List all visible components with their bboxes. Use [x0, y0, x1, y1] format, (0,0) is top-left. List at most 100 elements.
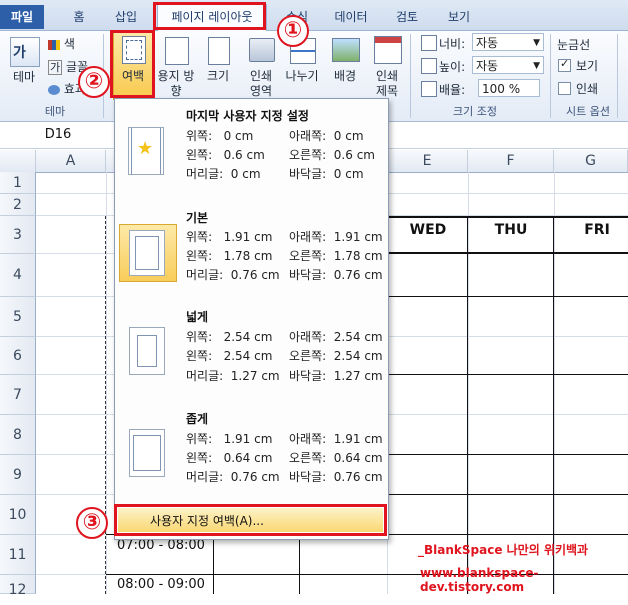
group-label-sheet-options: 시트 옵션: [566, 105, 610, 118]
height-combo[interactable]: 자동 ▼: [472, 56, 544, 74]
column-header-g[interactable]: G: [554, 150, 628, 172]
margins-icon: [122, 36, 146, 64]
tab-review[interactable]: 검토: [392, 6, 422, 28]
row-header[interactable]: 5: [0, 297, 36, 337]
size-button[interactable]: 크기: [200, 69, 236, 84]
option-top: 위쪽: 1.91 cm: [186, 230, 273, 244]
font-icon: 가: [48, 60, 63, 75]
checkmark-icon: ✓: [560, 57, 570, 70]
option-bottom: 아래쪽: 1.91 cm: [289, 230, 383, 244]
table-border: [385, 454, 628, 455]
option-footer: 바닥글: 0 cm: [289, 167, 364, 181]
tab-insert[interactable]: 삽입: [108, 6, 144, 28]
scale-spinner[interactable]: 100 %: [478, 79, 540, 97]
breaks-button[interactable]: 나누기: [282, 69, 322, 84]
chevron-down-icon: ▼: [533, 61, 540, 71]
option-bottom: 아래쪽: 0 cm: [289, 129, 364, 143]
row-header[interactable]: 7: [0, 375, 36, 415]
option-right: 오른쪽: 0.64 cm: [289, 451, 383, 465]
print-titles-icon: [374, 36, 402, 64]
option-left: 왼쪽: 2.54 cm: [186, 349, 273, 363]
orientation-button[interactable]: 용지 방향: [156, 69, 196, 99]
page-thumbnail-icon: ★: [128, 127, 164, 175]
option-top: 위쪽: 1.91 cm: [186, 432, 273, 446]
option-header: 머리글: 1.27 cm: [186, 369, 280, 383]
option-left: 왼쪽: 1.78 cm: [186, 249, 273, 263]
callout-2: ②: [78, 66, 110, 98]
row-header[interactable]: 4: [0, 254, 36, 297]
row-header[interactable]: 12: [0, 575, 36, 598]
gridlines-print-checkbox[interactable]: [558, 82, 571, 95]
row-header[interactable]: 3: [0, 216, 36, 254]
print-area-button[interactable]: 인쇄 영역: [243, 69, 279, 99]
option-footer: 바닥글: 0.76 cm: [289, 470, 383, 484]
themes-icon: 가: [10, 37, 40, 67]
table-border: [553, 216, 554, 594]
background-button[interactable]: 배경: [328, 69, 362, 84]
page-thumbnail-icon: [129, 327, 165, 375]
gridline: [106, 172, 107, 594]
gridlines-view-checkbox[interactable]: ✓: [558, 57, 571, 72]
height-label: 높이:: [439, 60, 466, 74]
column-header-e[interactable]: E: [387, 150, 468, 172]
option-header: 머리글: 0.76 cm: [186, 268, 280, 282]
column-header-f[interactable]: F: [468, 150, 554, 172]
page-thumbnail-icon: [129, 429, 165, 477]
tab-view[interactable]: 보기: [444, 6, 474, 28]
star-icon: ★: [137, 138, 154, 159]
callout-3: ③: [76, 507, 108, 539]
theme-colors-button[interactable]: 색: [48, 35, 75, 52]
scale-label: 배율:: [439, 83, 466, 97]
name-box[interactable]: D16: [0, 123, 117, 147]
gridlines-print-label: 인쇄: [576, 82, 599, 96]
table-border: [385, 296, 628, 297]
gridlines-label: 눈금선: [557, 38, 591, 52]
table-border: [467, 216, 468, 594]
ribbon-separator: [410, 34, 411, 118]
row-header[interactable]: 8: [0, 415, 36, 455]
watermark-title: _BlankSpace 나만의 위키백과: [418, 543, 589, 557]
row-header[interactable]: 1: [0, 172, 36, 194]
width-combo[interactable]: 자동 ▼: [472, 33, 544, 51]
column-header-a[interactable]: A: [36, 150, 106, 172]
option-left: 왼쪽: 0.6 cm: [186, 148, 265, 162]
page-break-line: [105, 216, 106, 594]
background-image-icon: [332, 38, 360, 62]
option-top: 위쪽: 2.54 cm: [186, 330, 273, 344]
row-header[interactable]: 6: [0, 337, 36, 375]
row-header[interactable]: 2: [0, 194, 36, 216]
chevron-down-icon: ▼: [533, 38, 540, 48]
day-header-thu: THU: [494, 222, 528, 238]
themes-button[interactable]: 테마: [4, 70, 44, 85]
highlight-box-page-layout: [153, 2, 266, 30]
margins-label: 여백: [121, 69, 145, 83]
option-title: 기본: [186, 211, 209, 225]
watermark-url: www.blankspace-dev.tistory.com: [420, 566, 539, 594]
table-border: [385, 216, 628, 218]
option-title: 넓게: [186, 310, 209, 324]
width-icon: [421, 35, 437, 51]
custom-margins-label: 사용자 지정 여백(A)...: [150, 514, 264, 528]
table-border: [299, 534, 300, 594]
row-header[interactable]: 10: [0, 495, 36, 535]
print-area-icon: [249, 38, 275, 62]
scale-icon: [421, 81, 437, 97]
palette-icon: [48, 39, 60, 50]
group-label-theme: 테마: [44, 105, 66, 118]
option-bottom: 아래쪽: 2.54 cm: [289, 330, 383, 344]
select-all-corner[interactable]: [0, 150, 36, 172]
table-border: [385, 252, 628, 254]
row-header[interactable]: 11: [0, 535, 36, 575]
option-right: 오른쪽: 1.78 cm: [289, 249, 383, 263]
ribbon-separator: [550, 34, 551, 118]
print-titles-button[interactable]: 인쇄 제목: [370, 69, 404, 99]
ribbon-tab-bar: [0, 0, 628, 31]
time-cell: 08:00 - 09:00: [117, 577, 205, 592]
row-header[interactable]: 9: [0, 455, 36, 495]
tab-home[interactable]: 홈: [66, 6, 92, 28]
option-top: 위쪽: 0 cm: [186, 129, 254, 143]
option-bottom: 아래쪽: 1.91 cm: [289, 432, 383, 446]
tab-file[interactable]: 파일: [0, 5, 44, 29]
effects-icon: [48, 84, 60, 95]
tab-data[interactable]: 데이터: [330, 6, 372, 28]
